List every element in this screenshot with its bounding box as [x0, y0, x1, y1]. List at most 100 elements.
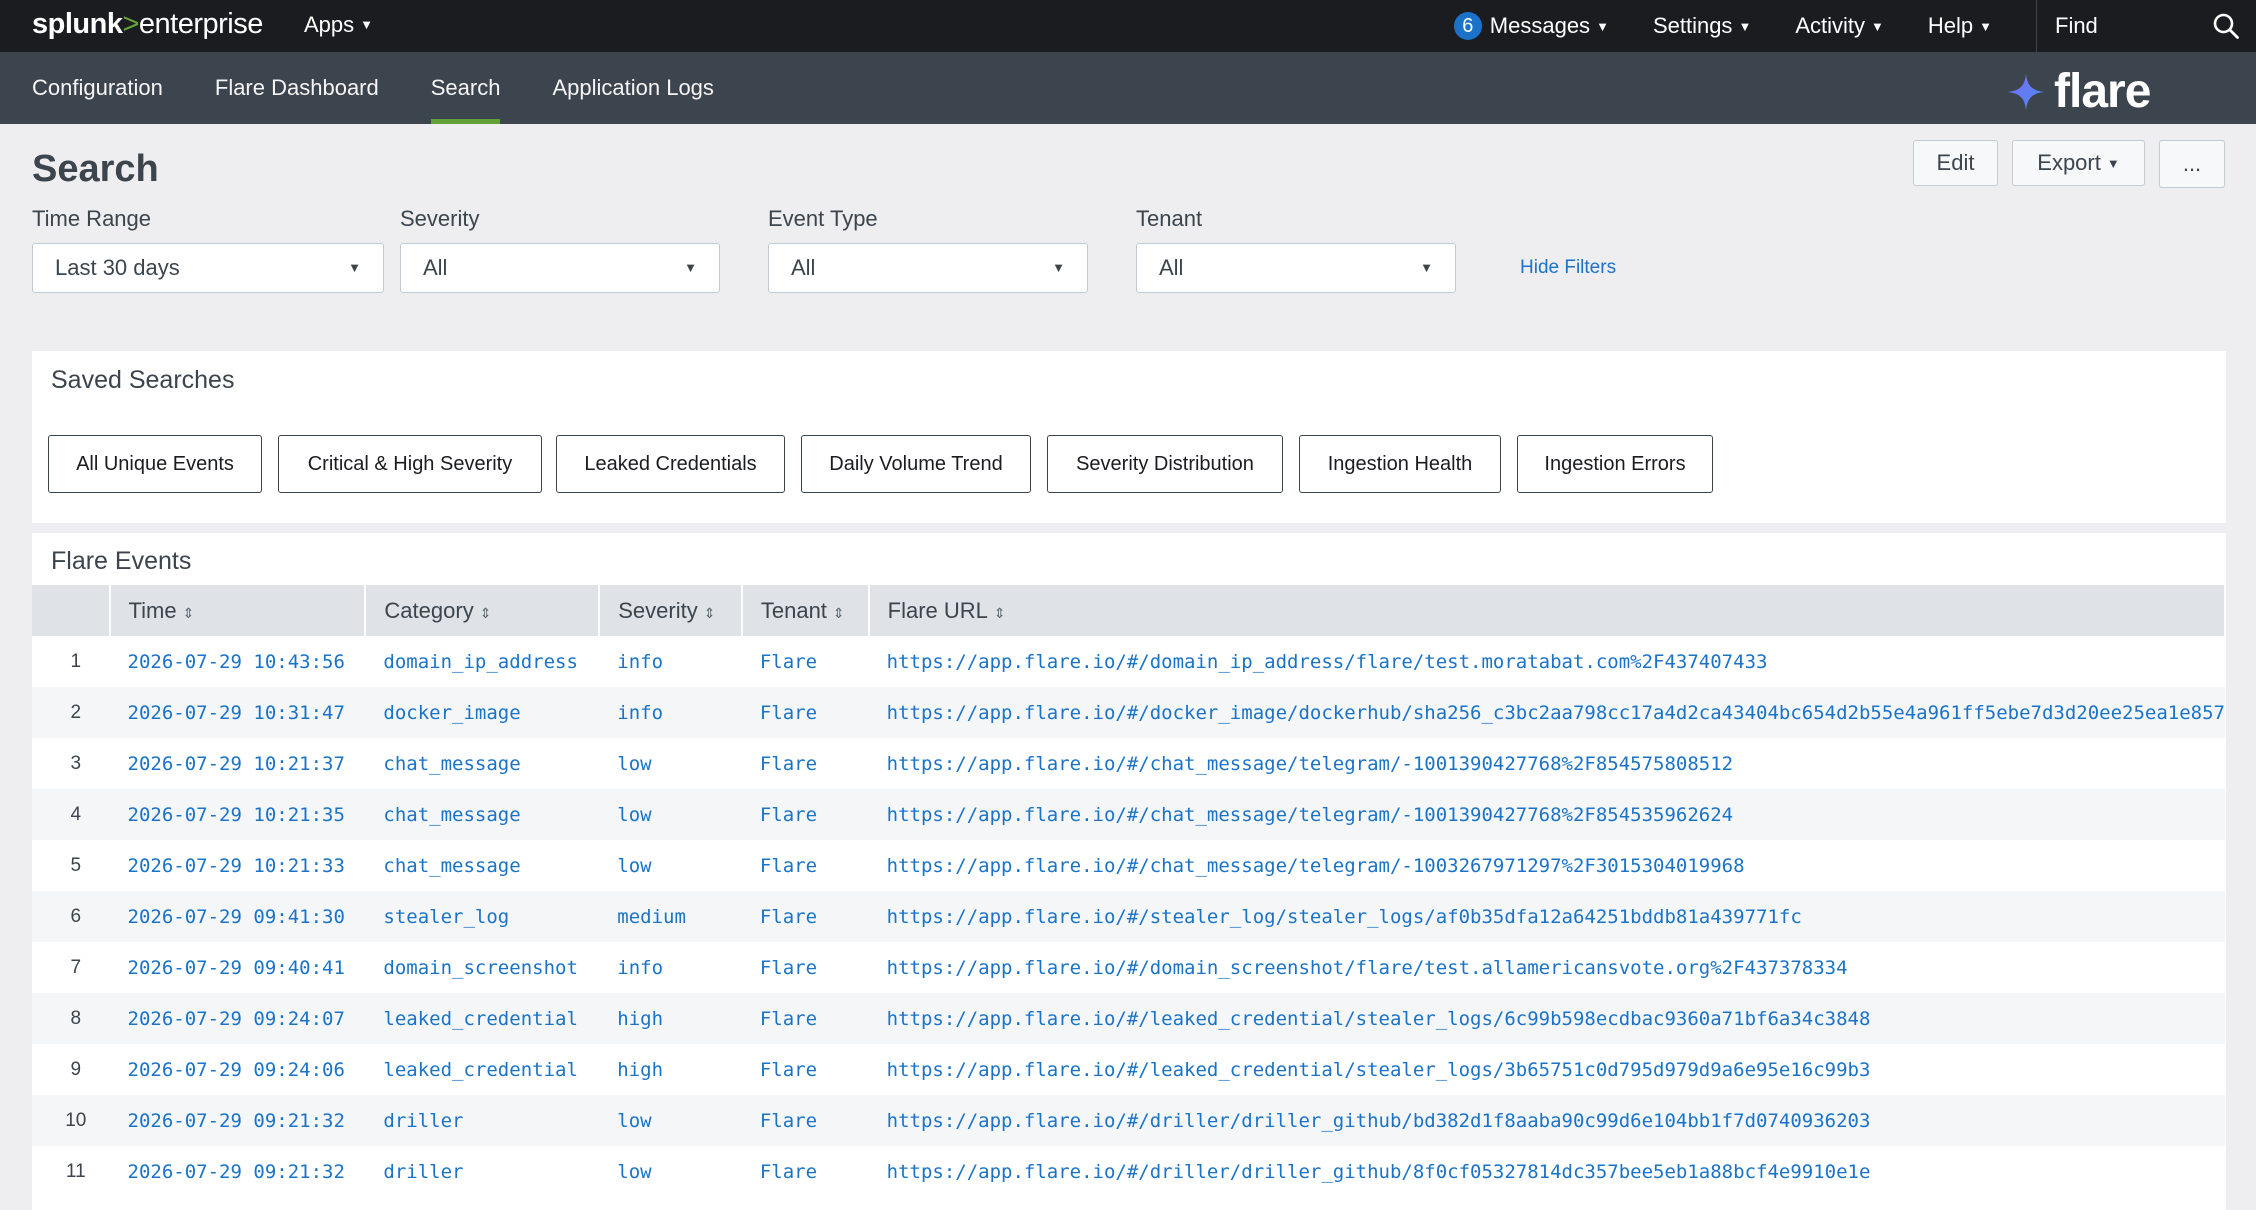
cell-tenant[interactable]: Flare: [742, 738, 869, 789]
table-row[interactable]: 6 2026-07-29 09:41:30 stealer_log medium…: [32, 891, 2225, 942]
cell-category[interactable]: leaked_credential: [365, 993, 600, 1044]
column-header-severity[interactable]: Severity ⇕: [599, 585, 743, 636]
find-search[interactable]: Find: [2036, 0, 2256, 52]
cell-tenant[interactable]: Flare: [742, 1146, 869, 1197]
cell-time[interactable]: 2026-07-29 09:21:32: [109, 1095, 366, 1146]
apps-menu[interactable]: Apps ▼: [304, 12, 373, 38]
messages-menu[interactable]: 6 Messages ▼: [1453, 12, 1609, 40]
cell-tenant[interactable]: Flare: [741, 993, 869, 1044]
saved-search-critical-high[interactable]: Critical & High Severity: [278, 435, 542, 493]
cell-flare-url[interactable]: https://app.flare.io/#/chat_message/tele…: [869, 738, 2225, 789]
cell-time[interactable]: 2026-07-29 09:21:32: [110, 1146, 366, 1197]
column-header-flare-url[interactable]: Flare URL ⇕: [868, 585, 2227, 636]
cell-tenant[interactable]: Flare: [741, 789, 869, 840]
hide-filters-link[interactable]: Hide Filters: [1520, 257, 1616, 279]
cell-severity[interactable]: medium: [599, 891, 742, 942]
column-header-category[interactable]: Category ⇕: [365, 585, 601, 636]
nav-search[interactable]: Search: [430, 52, 500, 124]
cell-category[interactable]: stealer_log: [365, 891, 600, 942]
table-row[interactable]: 11 2026-07-29 09:21:32 driller low Flare…: [32, 1146, 2225, 1197]
cell-flare-url[interactable]: https://app.flare.io/#/driller/driller_g…: [869, 1146, 2225, 1197]
cell-time[interactable]: 2026-07-29 10:21:33: [110, 840, 366, 891]
cell-flare-url[interactable]: https://app.flare.io/#/chat_message/tele…: [869, 840, 2225, 891]
nav-application-logs[interactable]: Application Logs: [552, 52, 713, 124]
more-actions-button[interactable]: ...: [2159, 140, 2225, 188]
cell-tenant[interactable]: Flare: [742, 636, 869, 687]
event-type-select[interactable]: All ▼: [768, 243, 1088, 293]
cell-time[interactable]: 2026-07-29 09:40:41: [110, 942, 366, 993]
cell-time[interactable]: 2026-07-29 10:31:47: [109, 687, 366, 738]
table-row[interactable]: 9 2026-07-29 09:24:06 leaked_credential …: [32, 1044, 2225, 1095]
cell-time[interactable]: 2026-07-29 09:24:06: [110, 1044, 366, 1095]
search-icon[interactable]: [2212, 12, 2240, 40]
cell-tenant[interactable]: Flare: [741, 891, 869, 942]
time-range-select[interactable]: Last 30 days ▼: [32, 243, 384, 293]
table-row[interactable]: 1 2026-07-29 10:43:56 domain_ip_address …: [32, 636, 2225, 687]
severity-select[interactable]: All ▼: [400, 243, 720, 293]
cell-severity[interactable]: high: [599, 993, 742, 1044]
cell-tenant[interactable]: Flare: [741, 687, 869, 738]
nav-flare-dashboard[interactable]: Flare Dashboard: [215, 52, 379, 124]
cell-flare-url[interactable]: https://app.flare.io/#/stealer_log/steal…: [868, 891, 2225, 942]
cell-tenant[interactable]: Flare: [742, 840, 869, 891]
cell-severity[interactable]: low: [599, 840, 742, 891]
chevron-down-icon: ▼: [360, 17, 374, 32]
saved-search-daily-volume-trend[interactable]: Daily Volume Trend: [801, 435, 1031, 493]
cell-flare-url[interactable]: https://app.flare.io/#/domain_ip_address…: [869, 636, 2225, 687]
cell-severity[interactable]: low: [599, 1095, 742, 1146]
cell-tenant[interactable]: Flare: [741, 1095, 869, 1146]
cell-category[interactable]: leaked_credential: [365, 1044, 599, 1095]
cell-severity[interactable]: low: [599, 1146, 742, 1197]
saved-search-ingestion-errors[interactable]: Ingestion Errors: [1517, 435, 1713, 493]
cell-tenant[interactable]: Flare: [742, 1044, 869, 1095]
cell-severity[interactable]: low: [599, 738, 742, 789]
cell-category[interactable]: chat_message: [365, 738, 599, 789]
table-row[interactable]: 2 2026-07-29 10:31:47 docker_image info …: [32, 687, 2225, 738]
settings-menu[interactable]: Settings ▼: [1653, 13, 1751, 39]
cell-category[interactable]: domain_ip_address: [365, 636, 599, 687]
saved-search-leaked-credentials[interactable]: Leaked Credentials: [556, 435, 785, 493]
edit-button[interactable]: Edit: [1913, 140, 1998, 186]
cell-category[interactable]: driller: [365, 1146, 599, 1197]
help-menu[interactable]: Help ▼: [1928, 13, 1992, 39]
column-header-tenant[interactable]: Tenant ⇕: [741, 585, 870, 636]
saved-search-ingestion-health[interactable]: Ingestion Health: [1299, 435, 1501, 493]
cell-flare-url[interactable]: https://app.flare.io/#/driller/driller_g…: [868, 1095, 2225, 1146]
cell-flare-url[interactable]: https://app.flare.io/#/docker_image/dock…: [868, 687, 2225, 738]
cell-time[interactable]: 2026-07-29 10:21:35: [109, 789, 366, 840]
tenant-select[interactable]: All ▼: [1136, 243, 1456, 293]
cell-time[interactable]: 2026-07-29 09:24:07: [109, 993, 366, 1044]
table-row[interactable]: 3 2026-07-29 10:21:37 chat_message low F…: [32, 738, 2225, 789]
cell-time[interactable]: 2026-07-29 10:21:37: [110, 738, 366, 789]
saved-search-all-unique-events[interactable]: All Unique Events: [48, 435, 262, 493]
cell-severity[interactable]: high: [599, 1044, 742, 1095]
cell-flare-url[interactable]: https://app.flare.io/#/chat_message/tele…: [868, 789, 2225, 840]
cell-category[interactable]: driller: [365, 1095, 600, 1146]
cell-severity[interactable]: low: [599, 789, 742, 840]
column-header-time[interactable]: Time ⇕: [109, 585, 367, 636]
table-row[interactable]: 5 2026-07-29 10:21:33 chat_message low F…: [32, 840, 2225, 891]
cell-tenant[interactable]: Flare: [742, 942, 869, 993]
nav-configuration[interactable]: Configuration: [32, 52, 163, 124]
cell-severity[interactable]: info: [599, 636, 742, 687]
table-row[interactable]: 4 2026-07-29 10:21:35 chat_message low F…: [32, 789, 2225, 840]
cell-category[interactable]: docker_image: [365, 687, 600, 738]
table-row[interactable]: 7 2026-07-29 09:40:41 domain_screenshot …: [32, 942, 2225, 993]
cell-flare-url[interactable]: https://app.flare.io/#/domain_screenshot…: [869, 942, 2225, 993]
cell-category[interactable]: chat_message: [365, 840, 599, 891]
cell-severity[interactable]: info: [599, 687, 742, 738]
cell-category[interactable]: chat_message: [365, 789, 600, 840]
cell-category[interactable]: domain_screenshot: [365, 942, 599, 993]
cell-severity[interactable]: info: [599, 942, 742, 993]
cell-flare-url[interactable]: https://app.flare.io/#/leaked_credential…: [868, 993, 2225, 1044]
activity-menu[interactable]: Activity ▼: [1795, 13, 1884, 39]
table-row[interactable]: 8 2026-07-29 09:24:07 leaked_credential …: [32, 993, 2225, 1044]
table-row[interactable]: 10 2026-07-29 09:21:32 driller low Flare…: [32, 1095, 2225, 1146]
cell-flare-url[interactable]: https://app.flare.io/#/leaked_credential…: [869, 1044, 2225, 1095]
export-button[interactable]: Export ▼: [2012, 140, 2145, 186]
cell-time[interactable]: 2026-07-29 09:41:30: [109, 891, 366, 942]
saved-search-severity-distribution[interactable]: Severity Distribution: [1047, 435, 1283, 493]
splunk-logo[interactable]: splunk>enterprise: [32, 8, 263, 41]
messages-label: Messages: [1489, 13, 1591, 38]
cell-time[interactable]: 2026-07-29 10:43:56: [110, 636, 366, 687]
